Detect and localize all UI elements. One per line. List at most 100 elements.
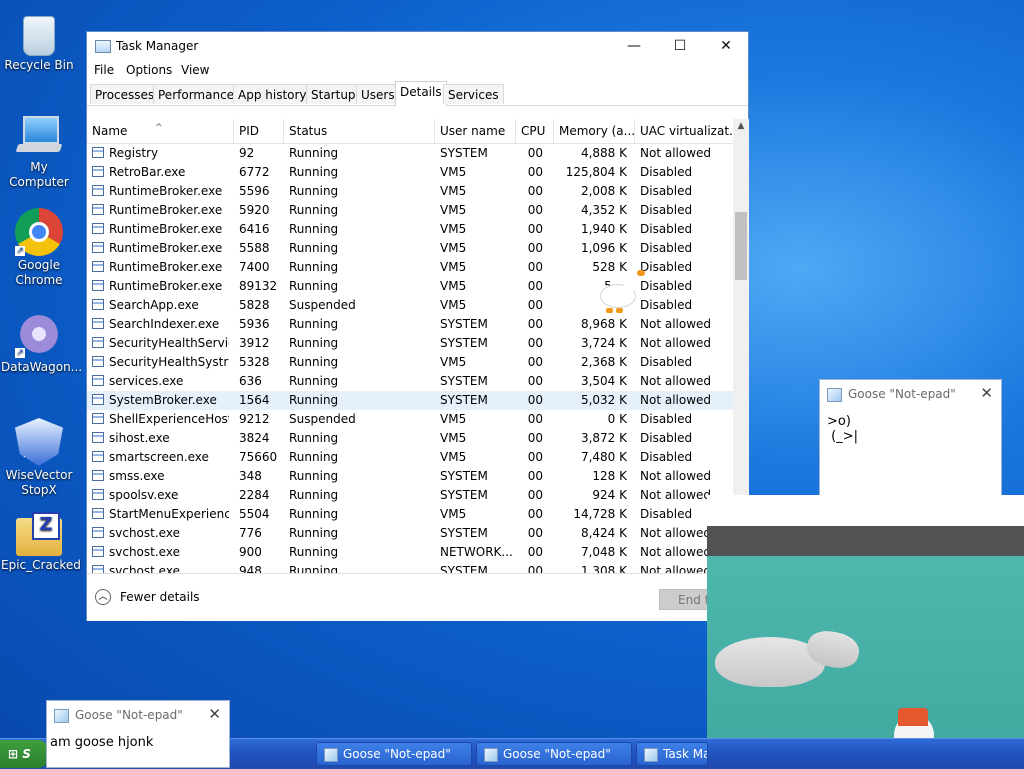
footer-bar: ︿ Fewer details End task [87, 573, 749, 621]
process-icon [92, 451, 104, 462]
table-row[interactable]: StartMenuExperienc... 5504 Running VM5 00 14,… [87, 505, 733, 524]
tab-startup[interactable]: Startup [306, 84, 361, 104]
desktop-icon-label: Google Chrome [15, 258, 63, 287]
table-row[interactable]: ShellExperienceHost... 9212 Suspended VM5 00… [87, 410, 733, 429]
cell-pid: 5828 [239, 298, 270, 312]
column-header-cpu[interactable]: CPU [515, 119, 553, 143]
tab-processes[interactable]: Processes [90, 84, 160, 104]
column-header-pid[interactable]: PID [233, 119, 283, 143]
close-button[interactable]: ✕ [703, 32, 749, 61]
desktop-icon-datawagon[interactable]: ↗ DataWagon... [1, 310, 82, 375]
desktop-icon-wisevector[interactable]: ↗ WiseVector StopX [1, 418, 77, 498]
cell-uac: Disabled [640, 241, 693, 255]
task-manager-window: Task Manager — ☐ ✕ File Options View Pro… [86, 31, 749, 621]
tab-users[interactable]: Users [356, 84, 400, 104]
cell-mem: 8,424 K [580, 526, 627, 540]
desktop-icon-epic-cracked[interactable]: Z Epic_Cracked [1, 512, 81, 573]
scroll-up-icon[interactable]: ▲ [733, 121, 749, 131]
table-row[interactable]: RuntimeBroker.exe 5588 Running VM5 00 1,096 K… [87, 239, 733, 258]
cell-user: VM5 [440, 431, 467, 445]
cell-cpu: 00 [527, 355, 543, 369]
tab-app-history[interactable]: App history [233, 84, 312, 104]
desktop-icon-recycle-bin[interactable]: Recycle Bin [1, 10, 77, 73]
cell-mem: 4,352 K [580, 203, 627, 217]
table-row[interactable]: services.exe 636 Running SYSTEM 00 3,504 K Not… [87, 372, 733, 391]
archive-folder-icon: Z [16, 512, 62, 556]
minimize-button[interactable]: — [611, 32, 657, 61]
close-icon[interactable]: ✕ [980, 384, 993, 402]
menu-view[interactable]: View [181, 63, 209, 77]
chrome-icon: ↗ [15, 208, 63, 256]
table-row[interactable]: SearchIndexer.exe 5936 Running SYSTEM 00 8,96… [87, 315, 733, 334]
desktop-icon-my-computer[interactable]: My Computer [1, 110, 77, 190]
table-row[interactable]: smss.exe 348 Running SYSTEM 00 128 K Not allow… [87, 467, 733, 486]
desktop-icon-label: Epic_Cracked [1, 558, 81, 572]
computer-icon [15, 110, 63, 158]
table-row[interactable]: svchost.exe 776 Running SYSTEM 00 8,424 K Not … [87, 524, 733, 543]
notepad-text[interactable]: >o) (_>| [827, 414, 858, 444]
start-button[interactable]: ⊞ S [0, 740, 48, 768]
taskbar-button-label: Task Manager [663, 747, 707, 761]
cell-uac: Not allowed [640, 317, 712, 331]
column-header-memory[interactable]: Memory (a... [553, 119, 634, 143]
cell-user: VM5 [440, 507, 467, 521]
notepad-text[interactable]: am goose hjonk [50, 735, 153, 750]
table-row[interactable]: SecurityHealthServic... 3912 Running SYSTEM… [87, 334, 733, 353]
table-row[interactable]: RuntimeBroker.exe 5920 Running VM5 00 4,352 K… [87, 201, 733, 220]
taskbar-button-label: Goose "Not-epad" [503, 747, 611, 761]
table-row[interactable]: spoolsv.exe 2284 Running SYSTEM 00 924 K Not a… [87, 486, 733, 505]
title-bar[interactable]: Goose "Not-epad" ✕ [820, 380, 1001, 408]
table-row[interactable]: smartscreen.exe 75660 Running VM5 00 7,480 K D… [87, 448, 733, 467]
cell-status: Running [289, 317, 339, 331]
column-header-name[interactable]: Name ^ [87, 119, 233, 143]
cell-uac: Not allowed [640, 374, 712, 388]
menu-file[interactable]: File [94, 63, 114, 77]
cell-status: Running [289, 488, 339, 502]
cell-pid: 6416 [239, 222, 270, 236]
maximize-button[interactable]: ☐ [657, 32, 703, 61]
chevron-up-circle-icon[interactable]: ︿ [95, 589, 111, 605]
table-row[interactable]: SecurityHealthSystra... 5328 Running VM5 00 2… [87, 353, 733, 372]
table-row[interactable]: Registry 92 Running SYSTEM 00 4,888 K Not allo… [87, 144, 733, 163]
tab-details[interactable]: Details [395, 81, 447, 106]
cell-mem: 3,504 K [580, 374, 627, 388]
cell-status: Running [289, 469, 339, 483]
cell-name: SecurityHealthServic... [109, 336, 229, 350]
tab-performance[interactable]: Performance [153, 84, 240, 104]
column-header-uac[interactable]: UAC virtualizat... [634, 119, 733, 143]
column-header-status[interactable]: Status [283, 119, 434, 143]
column-header-user[interactable]: User name [434, 119, 515, 143]
cell-name: smartscreen.exe [109, 450, 209, 464]
process-icon [92, 318, 104, 329]
table-row[interactable]: RuntimeBroker.exe 5596 Running VM5 00 2,008 K… [87, 182, 733, 201]
cell-pid: 1564 [239, 393, 270, 407]
scrollbar-thumb[interactable] [735, 212, 747, 280]
cell-pid: 3824 [239, 431, 270, 445]
title-bar[interactable]: Goose "Not-epad" ✕ [47, 701, 229, 729]
taskbar-button-goose-notepad-1[interactable]: Goose "Not-epad" [316, 742, 472, 766]
process-icon [92, 337, 104, 348]
table-row[interactable]: svchost.exe 900 Running NETWORK... 00 7,048 K… [87, 543, 733, 562]
tab-strip: Processes Performance App history Startu… [87, 81, 748, 106]
fewer-details-link[interactable]: Fewer details [120, 590, 200, 604]
table-row[interactable]: svchost.exe 948 Running SYSTEM 00 1,308 K Not … [87, 562, 733, 573]
table-row[interactable]: SystemBroker.exe 1564 Running SYSTEM 00 5,032… [87, 391, 733, 410]
table-row[interactable]: RuntimeBroker.exe 6416 Running VM5 00 1,940 K… [87, 220, 733, 239]
game-scene[interactable] [707, 556, 1024, 768]
close-icon[interactable]: ✕ [208, 705, 221, 723]
tab-services[interactable]: Services [443, 84, 504, 104]
notepad-icon [827, 388, 842, 402]
table-row[interactable]: RetroBar.exe 6772 Running VM5 00 125,804 K Dis… [87, 163, 733, 182]
cell-mem: 128 K [592, 469, 627, 483]
table-row[interactable]: sihost.exe 3824 Running VM5 00 3,872 K Disable… [87, 429, 733, 448]
cell-mem: 2,008 K [580, 184, 627, 198]
sort-up-icon: ^ [155, 123, 163, 133]
cell-cpu: 00 [527, 393, 543, 407]
taskbar-button-goose-notepad-2[interactable]: Goose "Not-epad" [476, 742, 632, 766]
title-bar[interactable]: Task Manager — ☐ ✕ [87, 32, 748, 61]
menu-options[interactable]: Options [126, 63, 172, 77]
desktop-icon-google-chrome[interactable]: ↗ Google Chrome [1, 208, 77, 288]
notepad-icon [484, 748, 498, 762]
taskbar-button-task-manager[interactable]: Task Manager [636, 742, 708, 766]
cell-name: SearchApp.exe [109, 298, 199, 312]
